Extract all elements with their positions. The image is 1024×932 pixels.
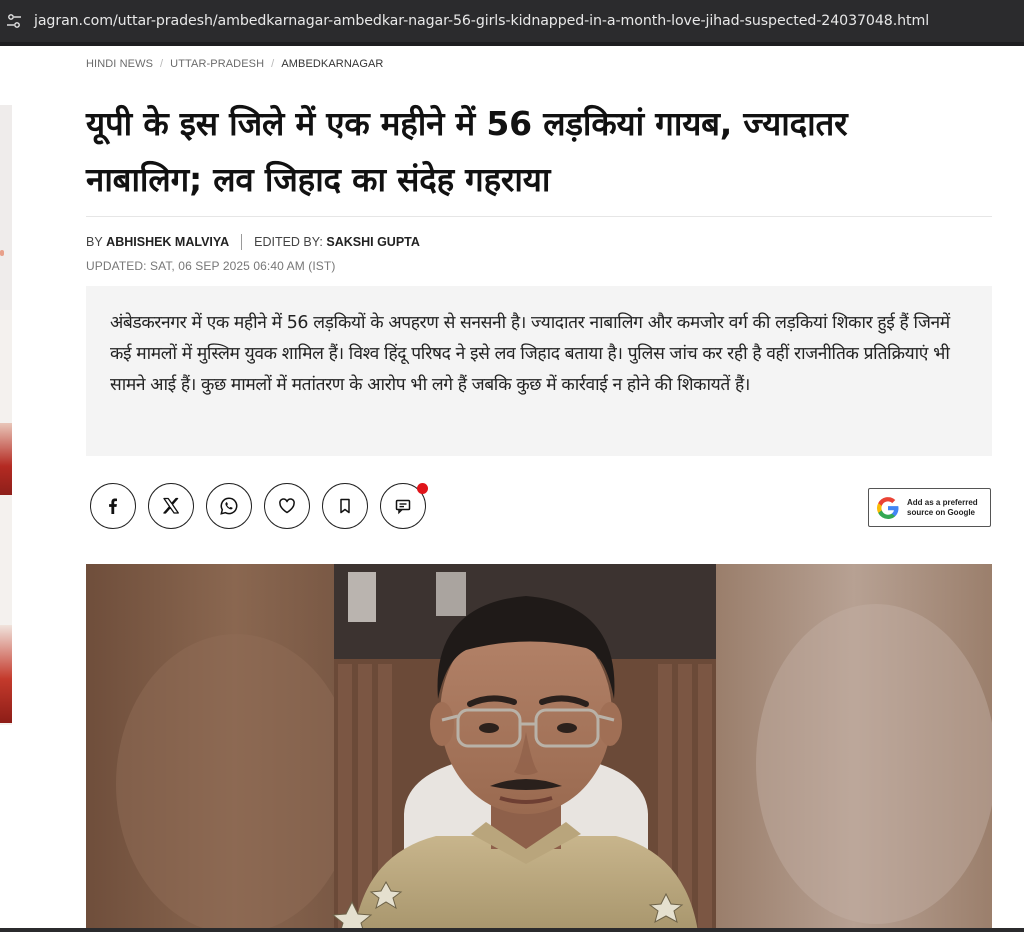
facebook-icon xyxy=(109,498,117,514)
like-button[interactable] xyxy=(264,483,310,529)
updated-timestamp: UPDATED: SAT, 06 SEP 2025 06:40 AM (IST) xyxy=(86,259,336,273)
rail-card xyxy=(0,105,12,310)
rail-card[interactable] xyxy=(0,423,12,495)
breadcrumb-hindi-news[interactable]: HINDI NEWS xyxy=(86,58,153,70)
author-name[interactable]: ABHISHEK MALVIYA xyxy=(106,235,229,249)
whatsapp-icon xyxy=(220,497,238,515)
byline-divider xyxy=(241,234,243,250)
breadcrumb: HINDI NEWS / UTTAR-PRADESH / AMBEDKARNAG… xyxy=(86,58,383,70)
facebook-share-button[interactable] xyxy=(90,483,136,529)
byline: BY ABHISHEK MALVIYA EDITED BY: SAKSHI GU… xyxy=(86,234,420,250)
article-summary-box: अंबेडकरनगर में एक महीने में 56 लड़कियों … xyxy=(86,286,992,456)
breadcrumb-uttar-pradesh[interactable]: UTTAR-PRADESH xyxy=(170,58,264,70)
breadcrumb-separator: / xyxy=(271,58,275,70)
share-toolbar xyxy=(90,483,438,529)
window-bottom-edge xyxy=(0,928,1024,932)
comment-button[interactable] xyxy=(380,483,428,529)
breadcrumb-separator: / xyxy=(160,58,164,70)
x-share-button[interactable] xyxy=(148,483,194,529)
rail-decoration xyxy=(0,250,4,256)
byline-prefix: BY xyxy=(86,235,103,249)
left-rail-cropped xyxy=(0,105,12,725)
bookmark-button[interactable] xyxy=(322,483,368,529)
officer-photo xyxy=(86,564,992,932)
url-text[interactable]: jagran.com/uttar-pradesh/ambedkarnagar-a… xyxy=(34,13,929,29)
google-preferred-source-button[interactable]: Add as a preferred source on Google xyxy=(868,488,991,527)
google-g-icon xyxy=(877,496,899,519)
bookmark-icon xyxy=(340,498,350,514)
x-icon xyxy=(163,497,179,514)
article-summary-text: अंबेडकरनगर में एक महीने में 56 लड़कियों … xyxy=(110,313,950,395)
heart-icon xyxy=(279,498,295,514)
comment-icon xyxy=(395,499,411,515)
google-badge-text: Add as a preferred source on Google xyxy=(907,497,978,517)
headline-line-1: यूपी के इस जिले में एक महीने में 56 लड़क… xyxy=(86,104,848,143)
headline-divider xyxy=(86,216,992,217)
breadcrumb-ambedkarnagar[interactable]: AMBEDKARNAGAR xyxy=(281,58,383,70)
whatsapp-share-button[interactable] xyxy=(206,483,252,529)
headline-line-2: नाबालिग; लव जिहाद का संदेह गहराया xyxy=(86,160,551,199)
edited-by-prefix: EDITED BY: xyxy=(254,235,323,249)
site-info-icon[interactable] xyxy=(0,7,28,35)
rail-card[interactable] xyxy=(0,625,12,723)
notification-dot xyxy=(417,483,428,494)
article-hero-image[interactable] xyxy=(86,564,992,932)
article-headline: यूपी के इस जिले में एक महीने में 56 लड़क… xyxy=(86,96,996,208)
urlbar-divider xyxy=(0,42,1024,46)
browser-address-bar[interactable]: jagran.com/uttar-pradesh/ambedkarnagar-a… xyxy=(0,0,1024,42)
editor-name[interactable]: SAKSHI GUPTA xyxy=(326,235,420,249)
